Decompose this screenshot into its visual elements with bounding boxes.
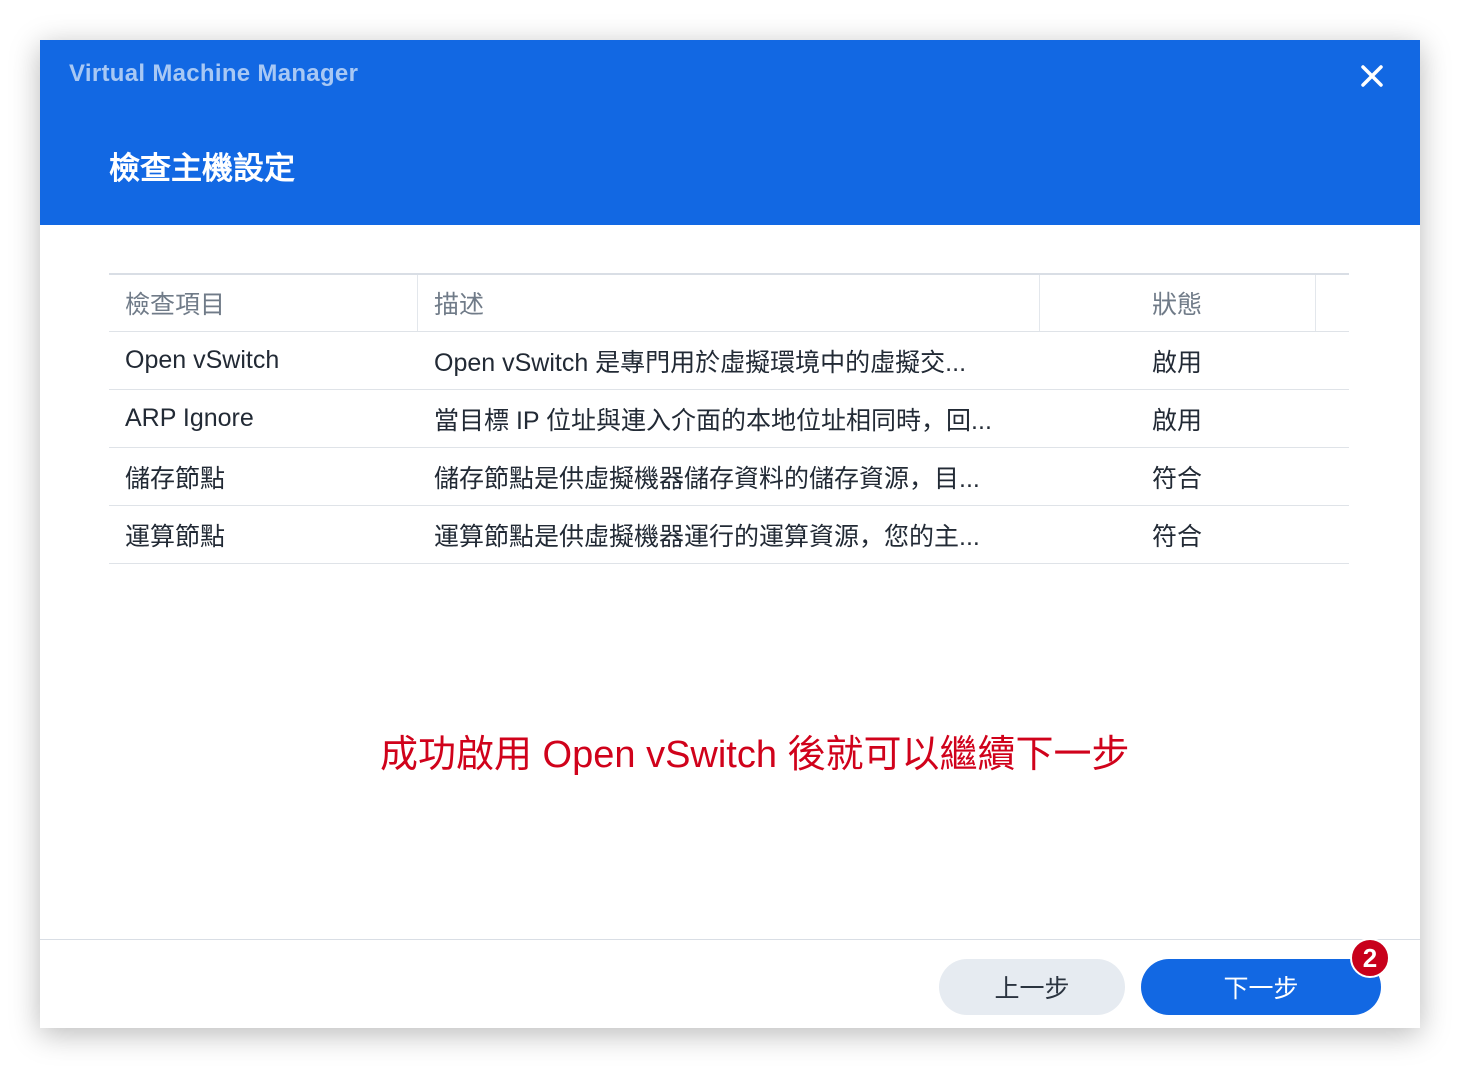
previous-button[interactable]: 上一步: [939, 959, 1125, 1015]
row-item: 運算節點: [125, 522, 226, 551]
column-header-spacer: [1316, 275, 1349, 331]
table-row[interactable]: 運算節點 運算節點是供虛擬機器運行的運算資源，您的主... 符合: [109, 506, 1349, 564]
row-item: Open vSwitch: [125, 346, 280, 374]
row-status: 啟用: [1152, 348, 1203, 377]
row-description: 儲存節點是供虛擬機器儲存資料的儲存資源，目...: [434, 464, 980, 493]
table-row[interactable]: ARP Ignore 當目標 IP 位址與連入介面的本地位址相同時，回... 啟…: [109, 390, 1349, 448]
row-description: 運算節點是供虛擬機器運行的運算資源，您的主...: [434, 522, 980, 551]
column-header-status[interactable]: 狀態: [1040, 275, 1316, 331]
footer-divider: [40, 939, 1420, 940]
row-description: 當目標 IP 位址與連入介面的本地位址相同時，回...: [434, 406, 992, 435]
table-row[interactable]: Open vSwitch Open vSwitch 是專門用於虛擬環境中的虛擬交…: [109, 332, 1349, 390]
annotation-note: 成功啟用 Open vSwitch 後就可以繼續下一步: [380, 734, 1130, 776]
close-icon: [1361, 65, 1383, 87]
setup-dialog: Virtual Machine Manager 檢查主機設定 檢查項目 描述 狀…: [40, 40, 1420, 1028]
row-item: ARP Ignore: [125, 404, 254, 432]
row-status: 符合: [1152, 522, 1203, 551]
dialog-header: Virtual Machine Manager 檢查主機設定: [40, 40, 1420, 225]
row-item: 儲存節點: [125, 464, 226, 493]
column-header-description[interactable]: 描述: [418, 275, 1040, 331]
next-button[interactable]: 下一步: [1141, 959, 1381, 1015]
row-status: 符合: [1152, 464, 1203, 493]
column-header-item[interactable]: 檢查項目: [109, 275, 418, 331]
row-status: 啟用: [1152, 406, 1203, 435]
step-title: 檢查主機設定: [109, 151, 295, 186]
table-row[interactable]: 儲存節點 儲存節點是供虛擬機器儲存資料的儲存資源，目... 符合: [109, 448, 1349, 506]
row-description: Open vSwitch 是專門用於虛擬環境中的虛擬交...: [434, 348, 967, 377]
app-title: Virtual Machine Manager: [69, 60, 359, 87]
host-check-table: 檢查項目 描述 狀態 Open vSwitch Open vSwitch 是專門…: [109, 273, 1349, 564]
table-header-row: 檢查項目 描述 狀態: [109, 275, 1349, 332]
close-button[interactable]: [1354, 58, 1390, 94]
step-badge: 2: [1350, 938, 1390, 978]
